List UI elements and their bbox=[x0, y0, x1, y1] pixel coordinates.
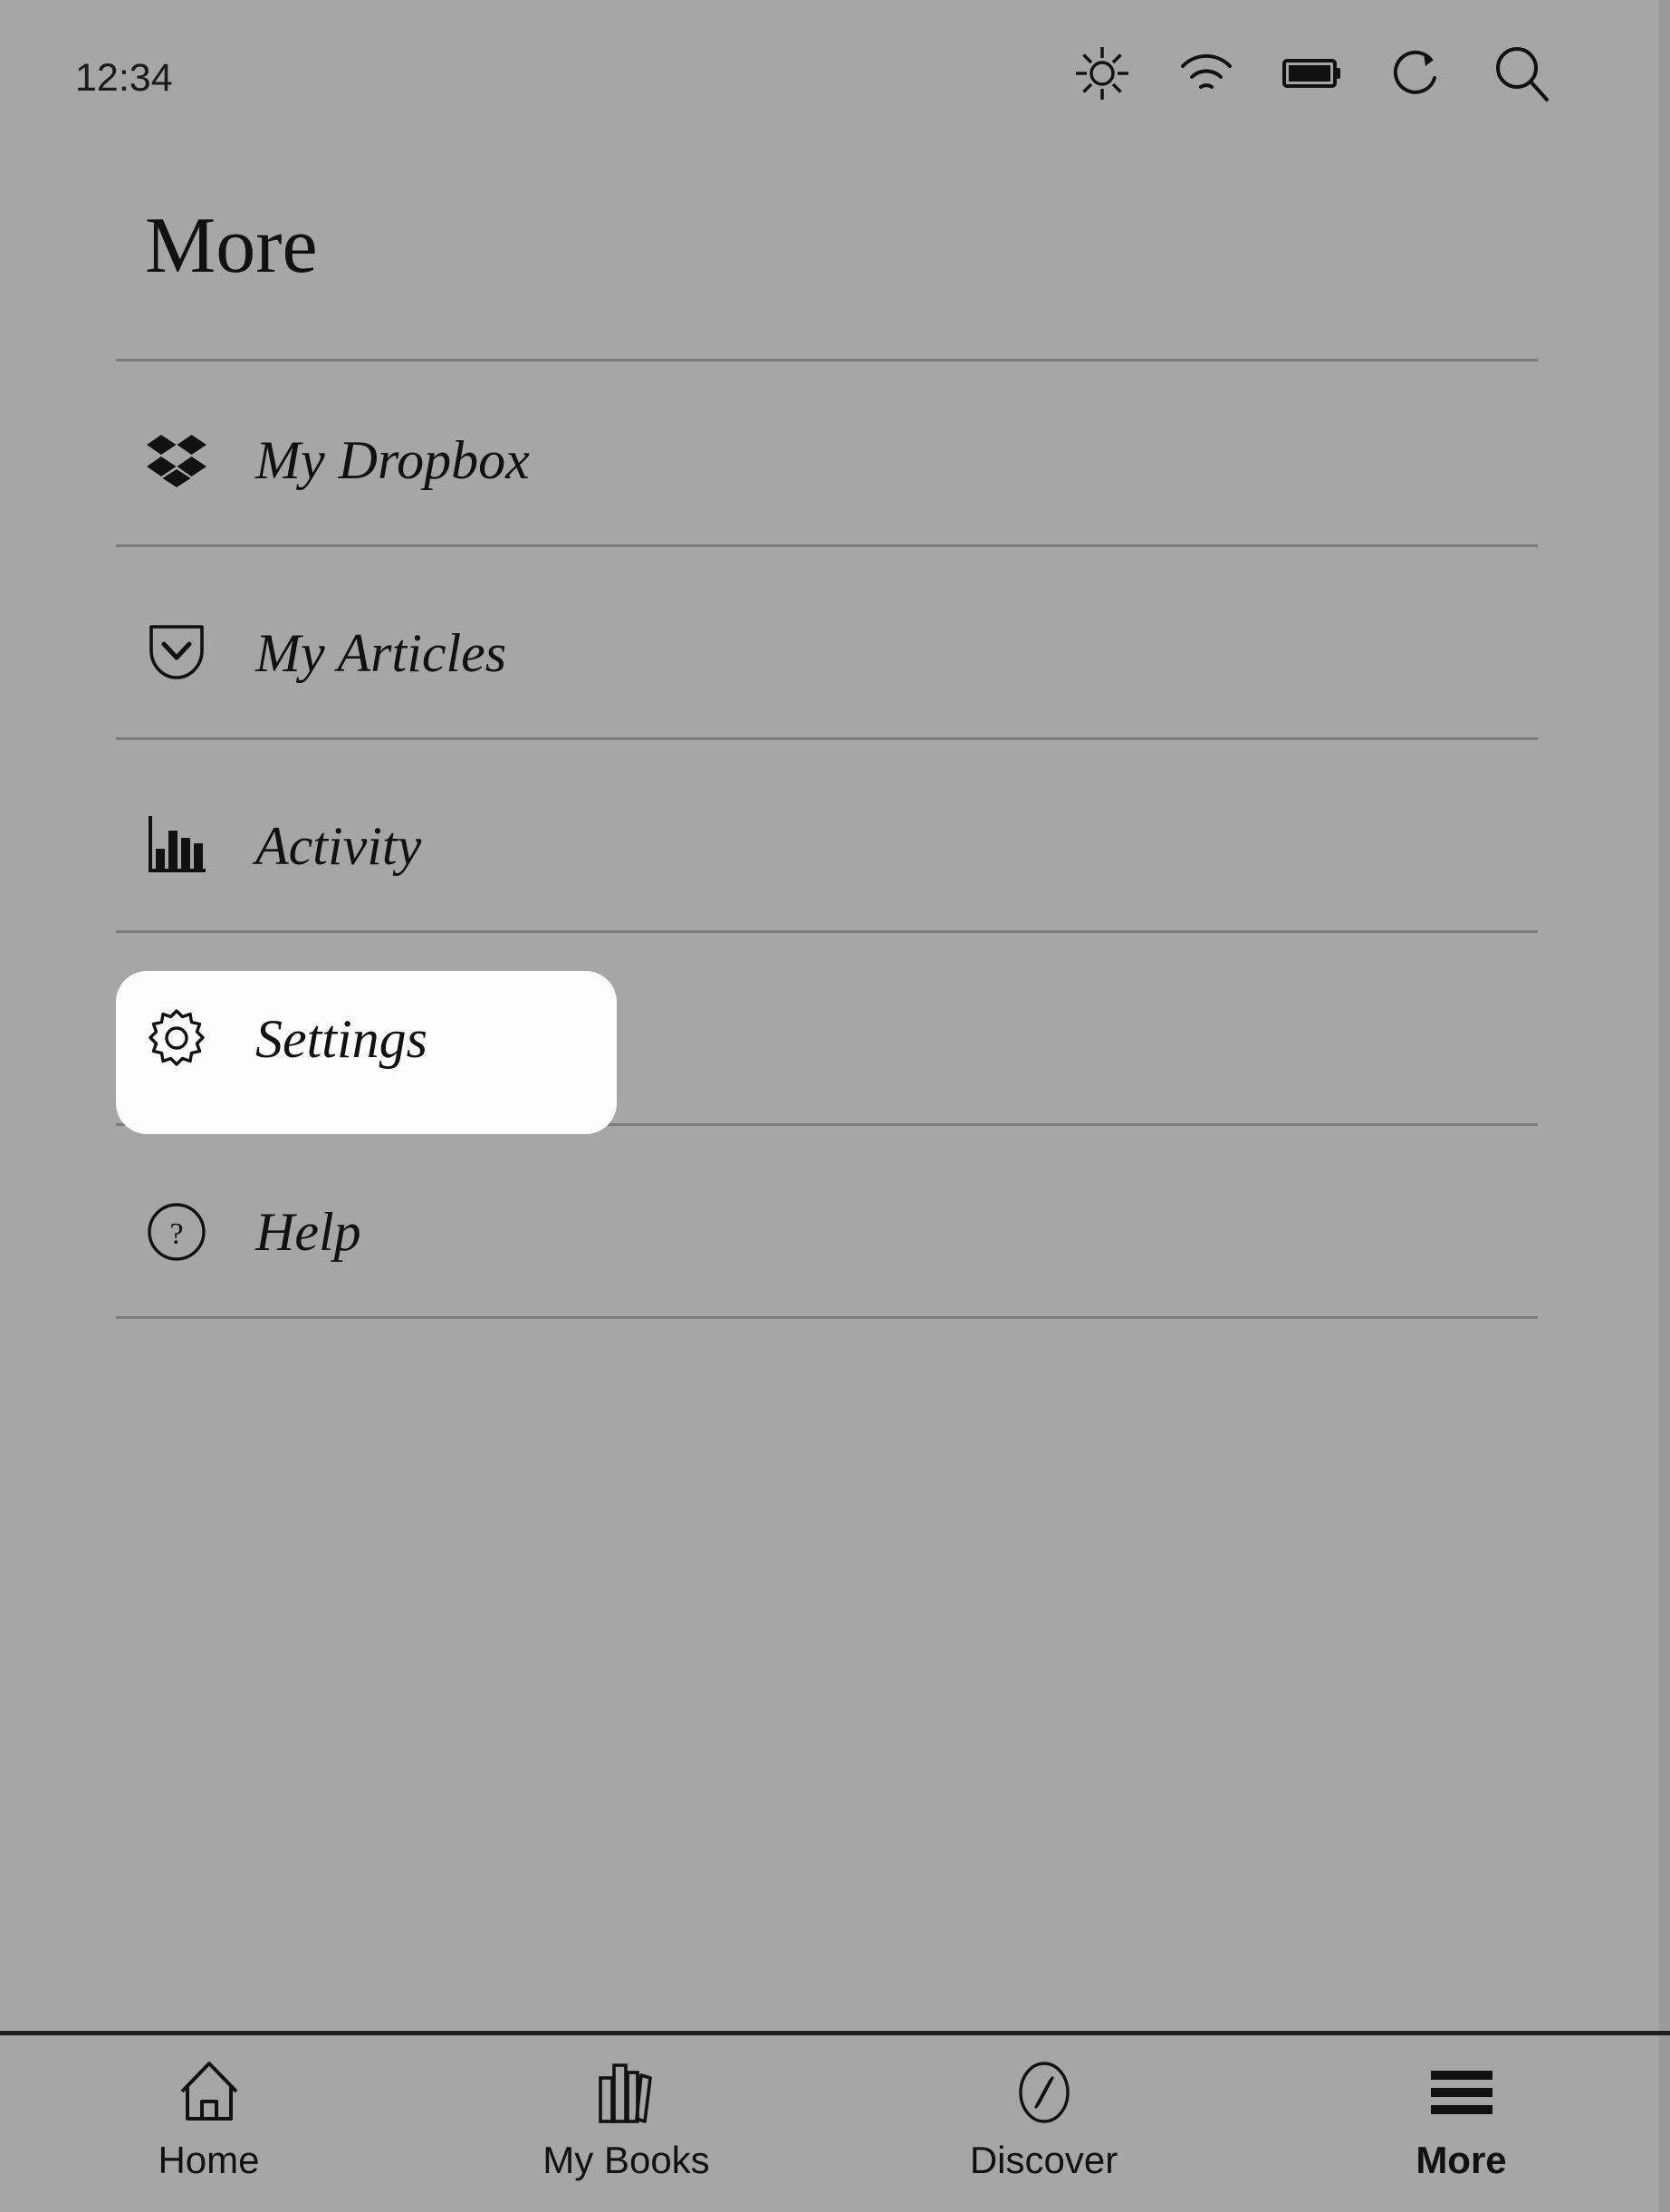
nav-tab-label: More bbox=[1416, 2139, 1506, 2182]
menu-item-my-dropbox[interactable]: My Dropbox bbox=[0, 361, 1670, 560]
menu-item-activity[interactable]: Activity bbox=[0, 746, 1670, 946]
nav-tab-discover[interactable]: Discover bbox=[835, 2035, 1252, 2212]
nav-tab-my-books[interactable]: My Books bbox=[418, 2035, 835, 2212]
page-title: More bbox=[145, 207, 318, 286]
status-time: 12:34 bbox=[75, 56, 173, 101]
menu-item-label: Activity bbox=[255, 815, 421, 878]
menu-item-settings[interactable]: Settings bbox=[0, 939, 1670, 1139]
nav-item-group: Home My Books bbox=[0, 2035, 1670, 2212]
gear-icon bbox=[145, 1007, 208, 1071]
sync-icon[interactable] bbox=[1389, 45, 1445, 106]
menu-item-label: Settings bbox=[255, 1008, 427, 1071]
compass-icon bbox=[1012, 2057, 1077, 2128]
pocket-icon bbox=[145, 621, 208, 685]
wifi-icon[interactable] bbox=[1177, 48, 1235, 103]
menu-item-help[interactable]: ? Help bbox=[0, 1132, 1670, 1332]
status-icon-group bbox=[1074, 43, 1552, 108]
menu-item-label: My Dropbox bbox=[255, 429, 530, 492]
bar-chart-icon bbox=[145, 814, 208, 878]
menu-item-my-articles[interactable]: My Articles bbox=[0, 553, 1670, 753]
dropbox-icon bbox=[145, 428, 208, 492]
status-bar: 12:34 bbox=[0, 0, 1670, 163]
e-reader-screen: 12:34 bbox=[0, 0, 1670, 2212]
svg-text:?: ? bbox=[169, 1217, 183, 1251]
battery-icon[interactable] bbox=[1282, 55, 1342, 96]
brightness-icon[interactable] bbox=[1074, 45, 1130, 106]
nav-tab-more[interactable]: More bbox=[1252, 2035, 1670, 2212]
menu-item-label: My Articles bbox=[255, 622, 506, 685]
search-icon[interactable] bbox=[1492, 43, 1552, 108]
home-icon bbox=[175, 2057, 244, 2128]
books-icon bbox=[592, 2057, 661, 2128]
nav-tab-label: Discover bbox=[970, 2139, 1118, 2182]
nav-tab-label: My Books bbox=[542, 2139, 709, 2182]
menu-item-label: Help bbox=[255, 1201, 361, 1264]
nav-tab-home[interactable]: Home bbox=[0, 2035, 418, 2212]
nav-tab-label: Home bbox=[158, 2139, 259, 2182]
hamburger-icon bbox=[1425, 2057, 1498, 2128]
bottom-navigation-bar: Home My Books bbox=[0, 2031, 1670, 2212]
question-circle-icon: ? bbox=[145, 1200, 208, 1264]
